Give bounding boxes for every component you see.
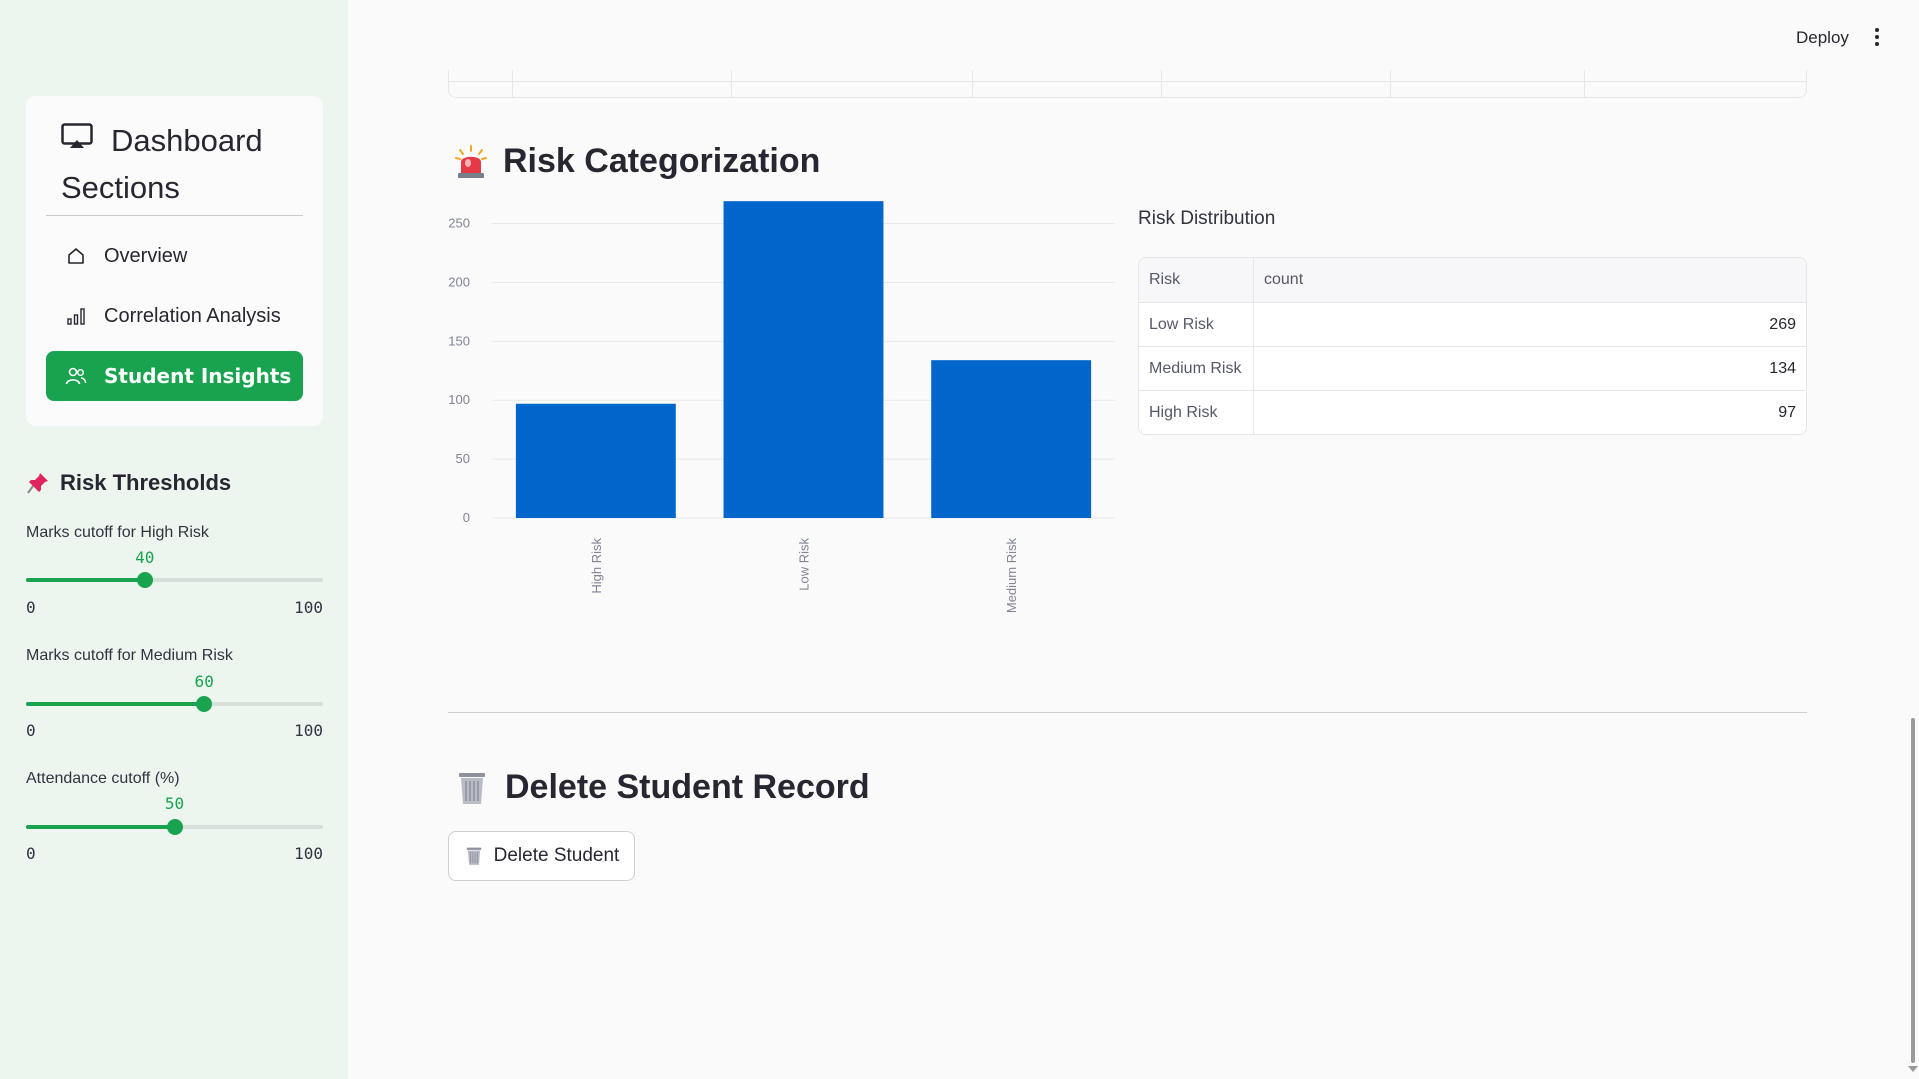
tv-icon xyxy=(61,116,93,161)
slider-min: 0 xyxy=(26,721,36,740)
house-icon xyxy=(64,244,88,268)
count-cell: 134 xyxy=(1769,359,1796,377)
y-tick-label: 250 xyxy=(448,216,470,231)
slider-fill xyxy=(26,702,205,706)
slider-thumb[interactable] xyxy=(136,572,153,588)
risk-bar-chart: 0 50 100 150 200 250 High Risk Low Risk Medium R… xyxy=(448,201,1115,614)
nav-item-student-insights[interactable]: Student Insights xyxy=(46,351,303,401)
slider-max: 100 xyxy=(294,598,323,617)
risk-distribution-title: Risk Distribution xyxy=(1138,208,1276,229)
slider-max: 100 xyxy=(294,844,323,863)
nav-item-label: Student Insights xyxy=(104,364,292,388)
nav-item-overview[interactable]: Overview xyxy=(46,231,303,281)
slider-value: 50 xyxy=(164,794,185,813)
slider-thumb[interactable] xyxy=(166,819,183,835)
slider-value: 60 xyxy=(194,672,214,691)
nav-title: Dashboard Sections xyxy=(61,118,311,210)
table-header-row: Risk count xyxy=(1139,258,1806,302)
risk-cell: High Risk xyxy=(1139,391,1254,434)
table-row: High Risk 97 xyxy=(1139,390,1806,434)
bar-chart-icon xyxy=(64,304,88,328)
slider-label: Marks cutoff for High Risk xyxy=(26,524,209,541)
delete-student-button[interactable]: Delete Student xyxy=(448,831,635,881)
kebab-menu-icon[interactable] xyxy=(1872,28,1882,50)
risk-categorization-title: Risk Categorization xyxy=(503,142,821,180)
people-icon xyxy=(64,364,88,388)
slider-fill xyxy=(26,825,175,829)
slider-track[interactable] xyxy=(26,572,323,588)
nav-item-label: Correlation Analysis xyxy=(104,304,281,327)
bar xyxy=(515,403,676,518)
count-cell: 269 xyxy=(1769,315,1796,333)
table-row: Low Risk 269 xyxy=(1139,302,1806,346)
y-tick-label: 100 xyxy=(448,392,470,407)
slider-track[interactable] xyxy=(26,696,323,712)
bar xyxy=(931,360,1092,518)
previous-table-bottom xyxy=(448,70,1807,98)
risk-cell: Medium Risk xyxy=(1139,347,1254,390)
deploy-button[interactable]: Deploy xyxy=(1796,28,1849,48)
nav-item-label: Overview xyxy=(104,244,188,267)
y-tick-label: 0 xyxy=(463,510,470,525)
slider-max: 100 xyxy=(294,721,323,740)
y-tick-label: 200 xyxy=(448,274,470,289)
thresholds-heading-text: Risk Thresholds xyxy=(60,470,232,495)
delete-student-button-label: Delete Student xyxy=(493,845,620,866)
slider-min: 0 xyxy=(26,844,36,863)
delete-student-heading: Delete Student Record xyxy=(455,768,870,807)
risk-cell: Low Risk xyxy=(1139,303,1254,346)
slider-thumb[interactable] xyxy=(196,696,213,712)
pushpin-icon xyxy=(26,471,50,495)
column-header-risk[interactable]: Risk xyxy=(1139,258,1254,302)
risk-categorization-heading: Risk Categorization xyxy=(455,142,820,181)
section-divider xyxy=(448,712,1807,713)
nav-item-correlation-analysis[interactable]: Correlation Analysis xyxy=(46,291,303,341)
slider-label: Marks cutoff for Medium Risk xyxy=(26,647,233,664)
nav-card: Dashboard Sections Overview Correlation … xyxy=(26,96,323,426)
slider-medium-risk: Marks cutoff for Medium Risk 60 0 100 xyxy=(26,647,323,740)
count-cell: 97 xyxy=(1778,403,1796,421)
slider-high-risk: Marks cutoff for High Risk 40 0 100 xyxy=(26,524,323,617)
table-row: Medium Risk 134 xyxy=(1139,346,1806,390)
slider-min: 0 xyxy=(26,598,36,617)
x-tick-label: Low Risk xyxy=(797,538,812,591)
risk-distribution-table: Risk count Low Risk 269 Medium Risk 134 … xyxy=(1138,257,1807,435)
nav-divider xyxy=(46,215,303,216)
slider-fill xyxy=(26,578,145,582)
y-tick-label: 150 xyxy=(448,333,470,348)
scrollbar[interactable] xyxy=(1911,718,1915,1063)
x-tick-label: Medium Risk xyxy=(1004,538,1019,614)
slider-value: 40 xyxy=(135,548,155,567)
wastebasket-icon xyxy=(455,770,489,806)
y-tick-label: 50 xyxy=(456,451,470,466)
delete-student-title: Delete Student Record xyxy=(505,768,870,806)
wastebasket-icon xyxy=(464,846,484,866)
scroll-down-arrow-icon[interactable] xyxy=(1908,1066,1918,1072)
x-tick-label: High Risk xyxy=(589,538,604,594)
slider-track[interactable] xyxy=(26,819,323,835)
bar xyxy=(723,201,884,518)
risk-thresholds-heading: Risk Thresholds xyxy=(26,470,231,496)
slider-label: Attendance cutoff (%) xyxy=(26,770,180,787)
column-header-count[interactable]: count xyxy=(1254,258,1806,302)
slider-attendance: Attendance cutoff (%) 50 0 100 xyxy=(26,770,323,863)
siren-icon xyxy=(455,144,487,180)
sidebar: Dashboard Sections Overview Correlation … xyxy=(0,0,348,1079)
